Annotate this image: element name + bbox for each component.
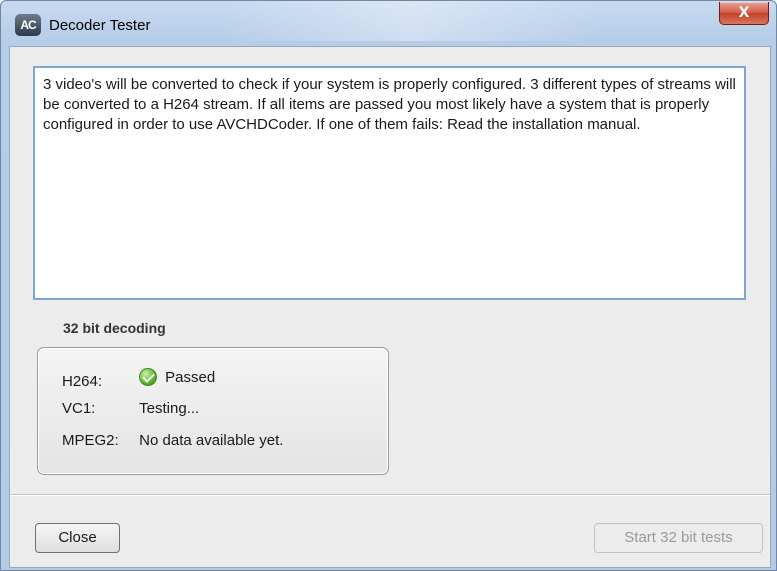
status-row-h264: H264: Passed: [62, 368, 215, 390]
status-text-vc1: Testing...: [139, 400, 200, 417]
close-window-button[interactable]: X: [719, 2, 769, 25]
codec-label-mpeg2: MPEG2:: [62, 432, 119, 449]
check-circle-icon: [139, 368, 158, 386]
codec-label-vc1: VC1:: [62, 400, 96, 417]
title-bar[interactable]: AC Decoder Tester X: [1, 1, 776, 41]
codec-label-h264: H264:: [62, 373, 103, 390]
description-textarea[interactable]: 3 video's will be converted to check if …: [33, 66, 746, 300]
decoding-group-box: H264: Passed VC1: Testing... MPEG2: No d…: [37, 347, 389, 475]
status-row-mpeg2: MPEG2: No data available yet.: [62, 432, 283, 449]
start-32bit-tests-button[interactable]: Start 32 bit tests: [594, 523, 763, 553]
app-logo-icon: AC: [15, 14, 41, 36]
status-text-h264: Passed: [165, 368, 216, 386]
status-row-vc1: VC1: Testing...: [62, 400, 199, 417]
status-value-h264: Passed: [139, 368, 215, 386]
window-title: Decoder Tester: [49, 17, 151, 34]
dialog-body: 3 video's will be converted to check if …: [9, 46, 771, 568]
decoding-group-label: 32 bit decoding: [63, 320, 166, 336]
decoder-tester-window: AC Decoder Tester X 3 video's will be co…: [0, 0, 777, 571]
status-text-mpeg2: No data available yet.: [139, 432, 284, 449]
title-bar-glow: [221, 1, 601, 41]
footer-divider: [10, 494, 770, 496]
close-button[interactable]: Close: [35, 523, 120, 553]
